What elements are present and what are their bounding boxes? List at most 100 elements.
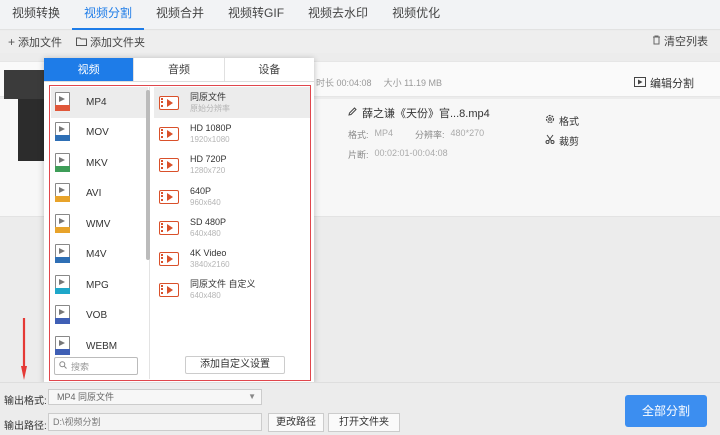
resolution-item[interactable]: 640P 960x640 [154,181,310,212]
film-icon [159,189,179,204]
clear-list-button[interactable]: 清空列表 [652,33,708,49]
format-item[interactable]: MP4 [51,87,148,118]
video-file-icon [55,122,72,143]
output-format-select[interactable]: MP4 同原文件 ▼ [48,389,262,405]
resolution-title: 同原文件 自定义 [190,279,256,290]
format-category-tab[interactable]: 视频 [44,58,135,81]
size-info: 大小 11.19 MB [384,76,442,89]
video-file-icon [55,274,72,296]
resolution-title: 同原文件 [190,91,227,102]
change-path-button[interactable]: 更改路径 [268,413,324,432]
split-all-button[interactable]: 全部分割 [625,395,707,427]
format-item[interactable]: M4V [51,240,148,271]
resolution-title: HD 720P [190,154,227,165]
resolution-text: 640P 960x640 [190,186,221,208]
film-icon [159,220,179,235]
video-file-icon [55,335,72,357]
format-item[interactable]: MKV [51,148,148,179]
resolution-size: 640x480 [190,291,221,301]
output-path-field[interactable]: D:\视频分割 [48,413,262,431]
resolution-text: 同原文件 原始分辨率 [190,92,230,114]
duration-value: 00:04:08 [336,78,372,88]
edit-split-label: 编辑分割 [650,78,694,90]
format-label: MKV [86,157,108,169]
format-action-button[interactable]: 格式 [545,113,579,128]
chevron-down-icon: ▼ [248,392,256,401]
file-icon-band [55,196,70,203]
top-tab[interactable]: 视频转GIF [216,0,296,30]
gear-icon [545,114,555,127]
format-list-scrollbar[interactable] [146,90,150,260]
search-input[interactable]: 搜索 [54,357,138,375]
top-tab-bar: 视频转换 视频分割 视频合并 视频转GIF 视频去水印 视频优化 [0,0,720,30]
top-tab[interactable]: 视频分割 [72,0,145,30]
bottom-bar: 输出格式: MP4 同原文件 ▼ 输出路径: D:\视频分割 更改路径 打开文件… [0,382,720,435]
add-file-button[interactable]: + 添加文件 [8,34,62,50]
edit-split-button[interactable]: 编辑分割 [634,75,694,91]
resolution-item[interactable]: HD 720P 1280x720 [154,150,310,181]
trash-icon [652,35,661,48]
resolution-item[interactable]: 同原文件 自定义 640x480 [154,275,310,306]
format-label: M4V [86,249,107,261]
top-tab[interactable]: 视频去水印 [296,0,380,30]
search-placeholder: 搜索 [71,361,90,372]
format-label: WEBM [86,340,118,352]
top-tab[interactable]: 视频合并 [144,0,216,30]
file-actions: 格式 裁剪 [545,113,579,153]
format-item[interactable]: MOV [51,118,148,149]
video-file-icon [55,152,72,174]
resolution-size: 640x480 [190,228,221,238]
format-label: AVI [86,188,102,200]
resolution-size: 1280x720 [190,166,226,176]
file-icon-band [55,287,70,294]
output-format-label: 输出格式: [4,396,47,407]
pencil-icon[interactable] [348,107,357,119]
segment-line: 片断: 00:02:01-00:04:08 [348,148,490,161]
resolution-item[interactable]: SD 480P 640x480 [154,212,310,243]
video-thumbnail-strip [4,70,44,102]
container-format-list: MP4 MOV MKV AVI WMV M4V MPG VOB WEBM [51,87,148,379]
file-info: 薛之谦《天份》官...8.mp4 格式: MP4 分辨率: 480*270 片断… [348,105,490,161]
resolution-item[interactable]: 4K Video 3840x2160 [154,243,310,274]
format-item[interactable]: WMV [51,209,148,240]
format-category-tab[interactable]: 音频 [134,58,225,81]
video-file-icon [55,91,72,113]
resolution-text: 4K Video 3840x2160 [190,248,230,270]
cut-action-button[interactable]: 裁剪 [545,133,579,148]
format-item[interactable]: VOB [51,301,148,332]
resolution-size: 960x640 [190,197,221,207]
add-folder-button[interactable]: 添加文件夹 [76,34,145,50]
resolution-value: 480*270 [450,128,485,138]
top-tab[interactable]: 视频优化 [380,0,452,30]
resolution-text: HD 720P 1280x720 [190,154,227,176]
resolution-item[interactable]: 同原文件 原始分辨率 [154,87,310,119]
format-item[interactable]: AVI [51,179,148,210]
format-action-label: 格式 [559,117,579,128]
resolution-title: SD 480P [190,216,227,227]
scissors-icon [545,134,555,147]
format-value: MP4 [374,128,394,138]
resolution-list: 同原文件 原始分辨率 HD 1080P 1920x1080 HD 720P 1280x72… [154,87,310,347]
file-icon-band [55,165,70,172]
segment-label: 片断: [348,150,369,160]
open-folder-button[interactable]: 打开文件夹 [328,413,400,432]
format-item[interactable]: MPG [51,270,148,301]
search-icon [59,361,67,371]
format-line: 格式: MP4 分辨率: 480*270 [348,128,490,141]
size-value: 11.19 MB [404,78,442,88]
add-file-label: 添加文件 [18,37,63,49]
file-meta: 时长 00:04:08 大小 11.19 MB [316,76,442,89]
duration-label: 时长 [316,78,335,88]
format-label: WMV [86,218,111,230]
resolution-size: 1920x1080 [190,134,230,144]
top-tab[interactable]: 视频转换 [0,0,72,30]
film-icon [159,283,179,298]
output-path-label: 输出路径: [4,421,47,432]
output-format-panel: 视频 音频 设备 MP4 MOV MKV AVI WMV M4V MPG VOB WEBM 同原文件… [44,58,314,383]
format-category-tab[interactable]: 设备 [225,58,314,81]
duration-info: 时长 00:04:08 [316,76,372,89]
resolution-item[interactable]: HD 1080P 1920x1080 [154,118,310,149]
add-custom-setting-button[interactable]: 添加自定义设置 [185,356,285,374]
file-icon-band [55,104,70,111]
format-label: MPG [86,279,109,291]
